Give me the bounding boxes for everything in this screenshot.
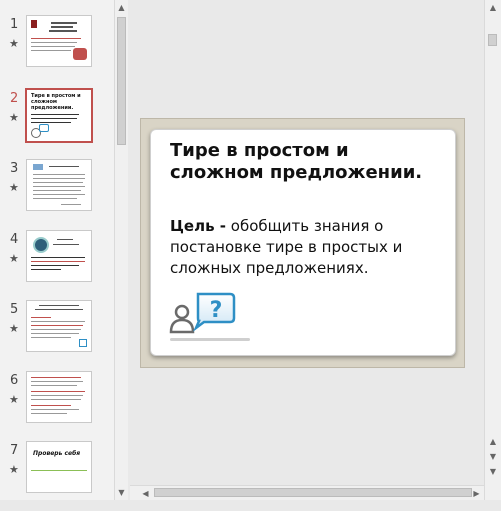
thumbnail-number: 5 [10, 302, 19, 317]
scroll-left-icon[interactable]: ◀ [138, 486, 153, 500]
thumbnail-slide-3[interactable]: 3 ★ [0, 159, 114, 229]
editor-scroll-thumb[interactable] [488, 34, 497, 46]
animation-star-icon: ★ [9, 252, 19, 265]
thumbnails-scrollbar[interactable]: ▲ ▼ [114, 0, 128, 500]
thumbnail-slide-1[interactable]: 1 ★ [0, 15, 114, 85]
thumbnail-preview [26, 300, 92, 352]
thumbnail-number: 1 [10, 17, 19, 32]
thumbnail-preview: Тире в простом и сложном предложении. [25, 88, 93, 143]
thumbnail-slide-2[interactable]: 2 ★ Тире в простом и сложном предложении… [0, 88, 114, 159]
slide-thumbnails-pane: 1 ★ 2 ★ Тире в простом и сложном предлож… [0, 0, 114, 500]
editor-vertical-scrollbar[interactable]: ▲ ▲ ▼ ▼ [484, 0, 501, 500]
next-slide-icon[interactable]: ▼ [485, 464, 501, 479]
scroll-right-icon[interactable]: ▶ [469, 486, 484, 500]
thumbnail-slide-4[interactable]: 4 ★ [0, 230, 114, 300]
animation-star-icon: ★ [9, 111, 19, 124]
thumbnail-preview [26, 371, 92, 423]
thumbnail-title: Проверь себя [33, 450, 81, 457]
thumbnail-number: 6 [10, 373, 19, 388]
thumbnail-preview [26, 15, 92, 67]
animation-star-icon: ★ [9, 322, 19, 335]
thumbnail-preview [26, 230, 92, 282]
person-question-icon: ? [169, 292, 250, 341]
thumbnail-number: 4 [10, 232, 19, 247]
goal-label: Цель - [170, 217, 227, 235]
thumbnail-preview: Проверь себя [26, 441, 92, 493]
editor-horizontal-scrollbar[interactable]: ◀ ▶ [130, 485, 484, 500]
previous-slide-icon[interactable]: ▲ [485, 434, 501, 449]
animation-star-icon: ★ [9, 181, 19, 194]
horizontal-scroll-thumb[interactable] [154, 488, 472, 497]
scroll-down-icon[interactable]: ▼ [115, 485, 128, 500]
slide-title[interactable]: Тире в простом и сложном предложении. [170, 140, 440, 184]
scroll-up-icon[interactable]: ▲ [115, 0, 128, 15]
thumbnail-slide-5[interactable]: 5 ★ [0, 300, 114, 370]
animation-star-icon: ★ [9, 393, 19, 406]
thumbnail-number: 7 [10, 443, 19, 458]
thumbnail-slide-6[interactable]: 6 ★ [0, 371, 114, 441]
scroll-down-icon[interactable]: ▼ [485, 449, 501, 464]
animation-star-icon: ★ [9, 37, 19, 50]
slide-canvas[interactable]: Тире в простом и сложном предложении. Це… [140, 118, 465, 368]
slide-editor: Тире в простом и сложном предложении. Це… [130, 0, 484, 485]
slide-content-card: Тире в простом и сложном предложении. Це… [150, 129, 456, 356]
thumbnail-slide-7[interactable]: 7 ★ Проверь себя [0, 441, 114, 511]
thumbnail-preview [26, 159, 92, 211]
thumbnail-number: 3 [10, 161, 19, 176]
thumbnails-scroll-thumb[interactable] [117, 17, 126, 145]
scroll-up-icon[interactable]: ▲ [485, 0, 501, 15]
slide-body-text[interactable]: Цель - обобщить знания о постановке тире… [170, 216, 450, 279]
animation-star-icon: ★ [9, 463, 19, 476]
svg-text:?: ? [210, 298, 223, 323]
thumbnail-title: Тире в простом и сложном предложении. [31, 93, 81, 111]
thumbnail-number: 2 [10, 91, 19, 106]
